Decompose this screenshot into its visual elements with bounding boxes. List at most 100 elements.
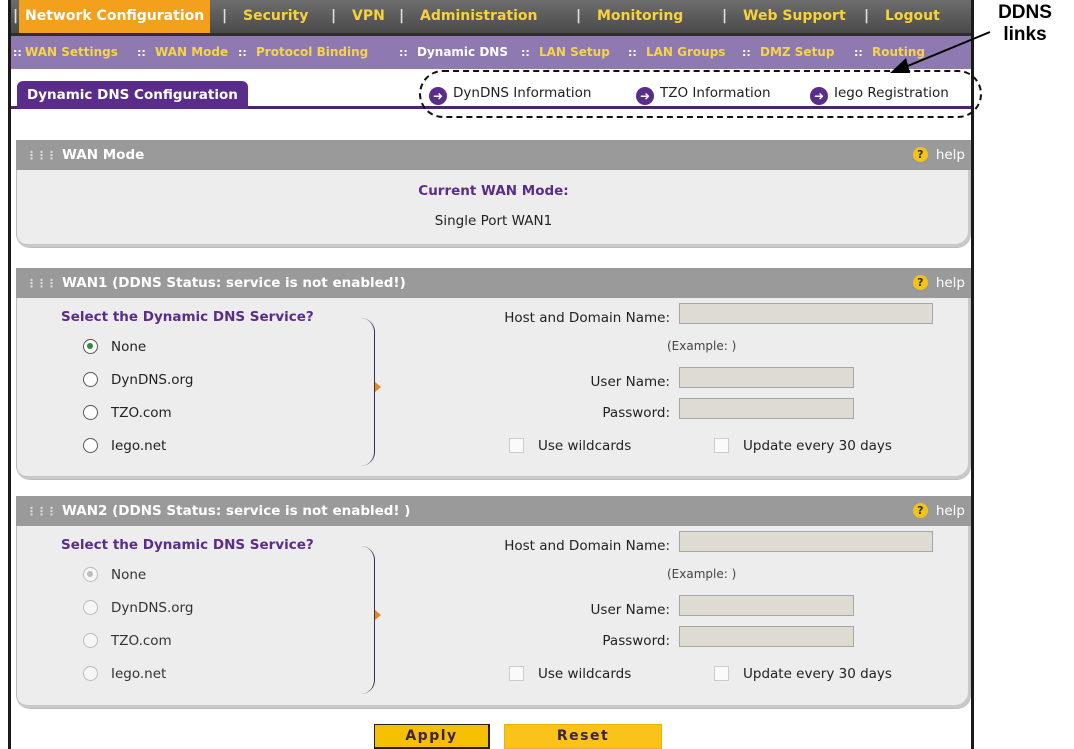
subnav-separator: :: <box>238 46 247 59</box>
nav-separator: | <box>864 8 870 24</box>
option-label: DynDNS.org <box>111 600 194 616</box>
subnav-separator: :: <box>742 46 751 59</box>
nav-administration[interactable]: Administration <box>420 0 537 33</box>
wan1-host-label: Host and Domain Name: <box>504 310 670 326</box>
subnav-wan-mode[interactable]: WAN Mode <box>155 36 228 69</box>
wan1-title: WAN1 (DDNS Status: service is not enable… <box>62 275 406 291</box>
current-wan-mode-value: Single Port WAN1 <box>434 213 553 229</box>
radio[interactable] <box>83 600 98 615</box>
subnav-separator: :: <box>13 46 22 59</box>
checkbox[interactable] <box>509 666 524 681</box>
wan1-user-label: User Name: <box>590 374 670 390</box>
callout-line1: DDNS <box>998 2 1052 23</box>
radio-selected[interactable] <box>83 339 98 354</box>
radio[interactable] <box>83 666 98 681</box>
wan1-user-input[interactable] <box>679 367 854 388</box>
subnav-dmz-setup[interactable]: DMZ Setup <box>760 36 834 69</box>
current-wan-mode-label: Current WAN Mode: <box>418 183 569 199</box>
help-icon: ? <box>912 503 928 518</box>
help-icon: ? <box>912 147 928 162</box>
wan2-host-input[interactable] <box>679 531 933 552</box>
wan2-option-iego[interactable]: Iego.net <box>83 664 166 684</box>
wan1-panel: Select the Dynamic DNS Service? None Dyn… <box>16 298 971 480</box>
checkbox[interactable] <box>714 666 729 681</box>
option-label: DynDNS.org <box>111 372 194 388</box>
wan-mode-help[interactable]: ? help <box>912 140 965 170</box>
subnav-protocol-binding[interactable]: Protocol Binding <box>256 36 368 69</box>
wan2-help[interactable]: ? help <box>912 496 965 526</box>
wan2-wildcards[interactable]: Use wildcards <box>509 665 631 683</box>
wan1-service-title: Select the Dynamic DNS Service? <box>61 309 314 325</box>
nav-web-support[interactable]: Web Support <box>743 0 846 33</box>
nav-separator: | <box>13 8 19 24</box>
nav-network-configuration[interactable]: Network Configuration <box>19 0 211 33</box>
option-label: None <box>111 567 147 583</box>
wan1-password-input[interactable] <box>679 398 854 419</box>
tab-dynamic-dns-configuration[interactable]: Dynamic DNS Configuration <box>17 81 248 109</box>
wan2-option-dyndns[interactable]: DynDNS.org <box>83 598 193 618</box>
wan2-service-title: Select the Dynamic DNS Service? <box>61 537 314 553</box>
brace-arrow-icon <box>375 610 381 620</box>
wan1-example-text: (Example: ) <box>667 339 737 353</box>
radio-selected[interactable] <box>83 567 98 582</box>
option-label: TZO.com <box>111 405 172 421</box>
grip-icon: ⋮⋮⋮ <box>26 149 57 162</box>
option-label: Iego.net <box>111 438 167 454</box>
brace-arrow-icon <box>375 382 381 392</box>
wan2-option-none[interactable]: None <box>83 565 146 585</box>
option-label: None <box>111 339 147 355</box>
brace-divider <box>361 546 375 694</box>
radio[interactable] <box>83 405 98 420</box>
wan1-password-label: Password: <box>602 405 670 421</box>
subnav-separator: :: <box>399 46 408 59</box>
option-label: Iego.net <box>111 666 167 682</box>
wan2-example-text: (Example: ) <box>667 567 737 581</box>
update-label: Update every 30 days <box>743 438 892 454</box>
subnav-separator: :: <box>628 46 637 59</box>
wan1-option-dyndns[interactable]: DynDNS.org <box>83 370 193 390</box>
nav-separator: | <box>722 8 728 24</box>
radio[interactable] <box>83 438 98 453</box>
wan1-update-30-days[interactable]: Update every 30 days <box>714 437 892 455</box>
wan1-wildcards[interactable]: Use wildcards <box>509 437 631 455</box>
help-label: help <box>935 503 965 519</box>
radio[interactable] <box>83 633 98 648</box>
checkbox[interactable] <box>714 438 729 453</box>
wan1-host-input[interactable] <box>679 303 933 324</box>
wan1-option-none[interactable]: None <box>83 337 146 357</box>
wan2-user-label: User Name: <box>590 602 670 618</box>
wildcards-label: Use wildcards <box>538 666 632 682</box>
nav-separator: | <box>222 8 228 24</box>
subnav-lan-groups[interactable]: LAN Groups <box>646 36 725 69</box>
update-label: Update every 30 days <box>743 666 892 682</box>
nav-vpn[interactable]: VPN <box>352 0 385 33</box>
nav-security[interactable]: Security <box>243 0 308 33</box>
subnav-separator: :: <box>521 46 530 59</box>
reset-button[interactable]: Reset <box>504 724 662 749</box>
nav-separator: | <box>399 8 405 24</box>
apply-button[interactable]: Apply <box>374 724 490 749</box>
subnav-lan-setup[interactable]: LAN Setup <box>539 36 610 69</box>
nav-monitoring[interactable]: Monitoring <box>597 0 683 33</box>
wan2-option-tzo[interactable]: TZO.com <box>83 631 172 651</box>
checkbox[interactable] <box>509 438 524 453</box>
grip-icon: ⋮⋮⋮ <box>26 277 57 290</box>
option-label: TZO.com <box>111 633 172 649</box>
wan1-help[interactable]: ? help <box>912 268 965 298</box>
help-label: help <box>935 275 965 291</box>
subnav-wan-settings[interactable]: WAN Settings <box>25 36 118 69</box>
wan-mode-panel: Current WAN Mode: Single Port WAN1 <box>16 170 971 248</box>
callout-line2: links <box>1003 24 1047 45</box>
subnav-dynamic-dns[interactable]: Dynamic DNS <box>417 36 508 69</box>
wan2-password-input[interactable] <box>679 626 854 647</box>
radio[interactable] <box>83 372 98 387</box>
subnav-separator: :: <box>854 46 863 59</box>
wan1-option-tzo[interactable]: TZO.com <box>83 403 172 423</box>
help-label: help <box>935 147 965 163</box>
wan2-host-label: Host and Domain Name: <box>504 538 670 554</box>
wan2-header: ⋮⋮⋮ WAN2 (DDNS Status: service is not ena… <box>16 496 971 526</box>
wan2-user-input[interactable] <box>679 595 854 616</box>
ddns-links-callout: DDNS links <box>982 2 1068 46</box>
wan2-update-30-days[interactable]: Update every 30 days <box>714 665 892 683</box>
wan1-option-iego[interactable]: Iego.net <box>83 436 166 456</box>
